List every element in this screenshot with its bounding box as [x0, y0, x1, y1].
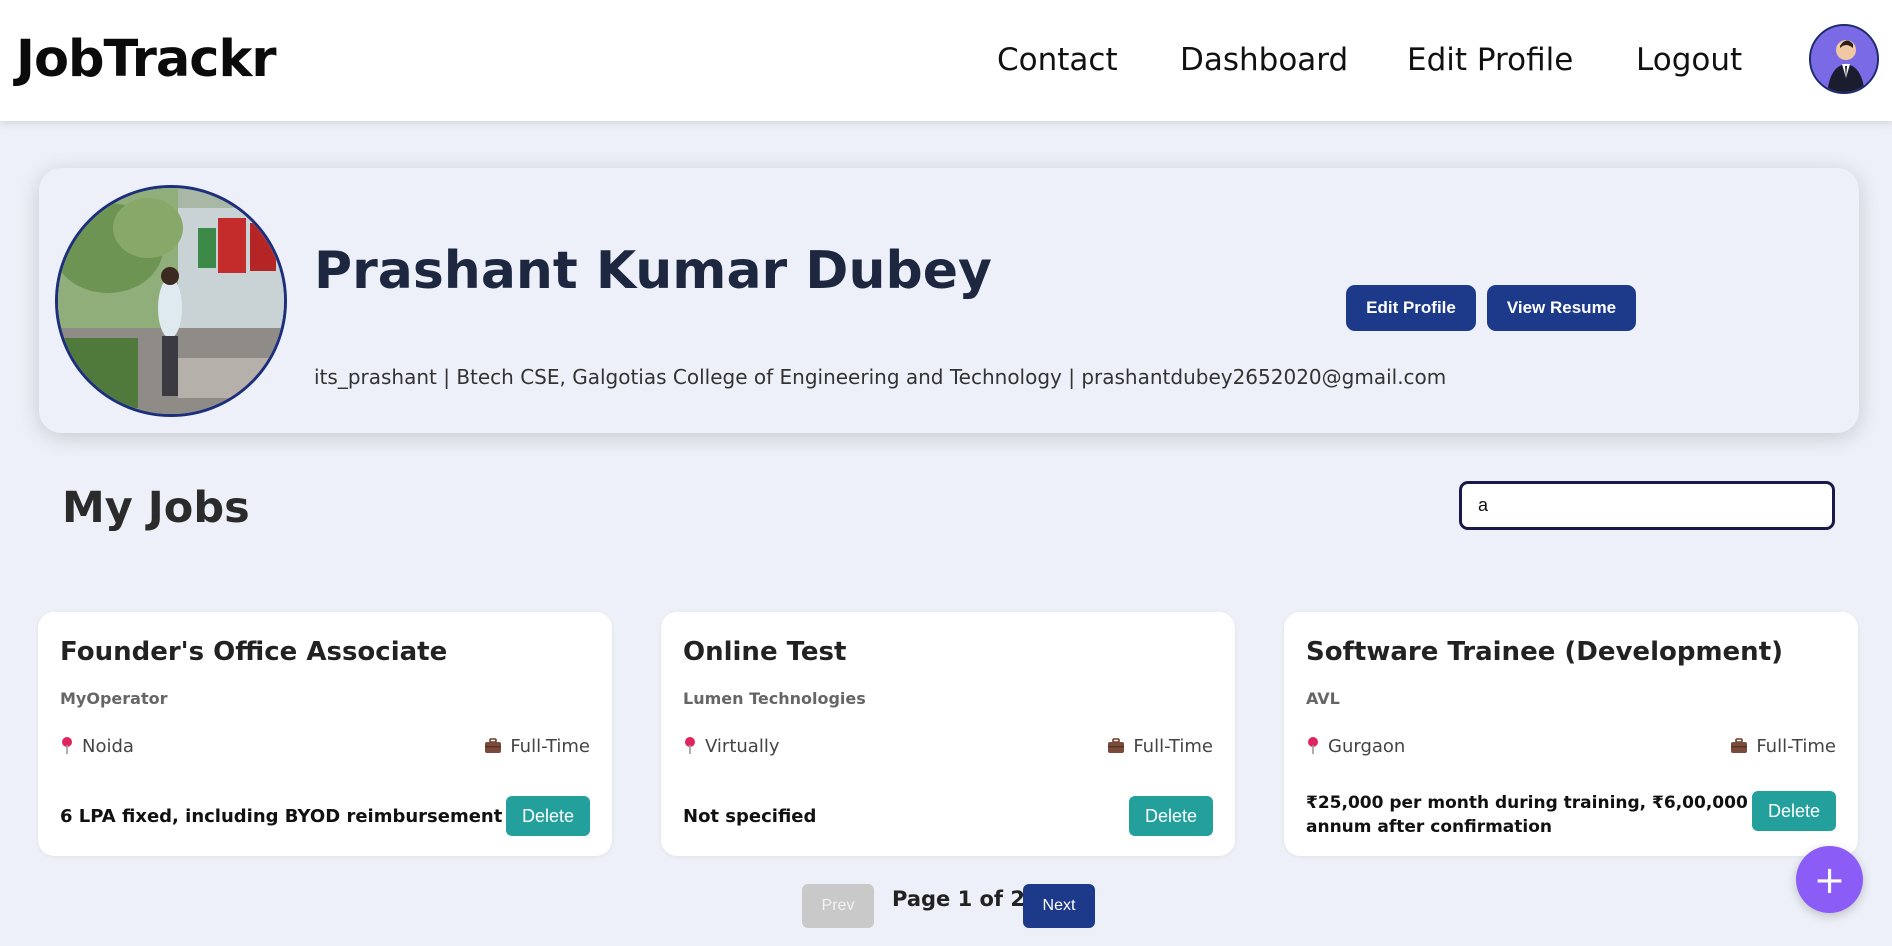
- job-salary: 6 LPA fixed, including BYOD reimbursemen…: [60, 806, 503, 827]
- profile-meta: its_prashant | Btech CSE, Galgotias Coll…: [314, 365, 1447, 389]
- avatar-person-icon: [1811, 26, 1877, 92]
- map-pin-icon: [62, 737, 72, 754]
- job-salary: Not specified: [683, 806, 817, 827]
- job-type-text: Full-Time: [1133, 736, 1213, 757]
- edit-profile-button[interactable]: Edit Profile: [1346, 285, 1476, 331]
- profile-photo-image: [58, 188, 284, 414]
- job-title: Founder's Office Associate: [60, 637, 448, 667]
- view-resume-button[interactable]: View Resume: [1487, 285, 1636, 331]
- job-search-input[interactable]: [1459, 481, 1835, 530]
- map-pin-icon: [685, 737, 695, 754]
- job-type: Full-Time: [1107, 736, 1213, 757]
- page-indicator: Page 1 of 2: [892, 887, 1025, 911]
- nav-edit-profile[interactable]: Edit Profile: [1407, 42, 1573, 78]
- prev-page-button[interactable]: Prev: [802, 884, 874, 928]
- nav-dashboard[interactable]: Dashboard: [1180, 42, 1348, 78]
- nav-contact[interactable]: Contact: [997, 42, 1118, 78]
- job-salary-line: ₹25,000 per month during training, ₹6,00…: [1306, 793, 1786, 813]
- job-location-text: Virtually: [705, 736, 780, 757]
- job-type: Full-Time: [484, 736, 590, 757]
- job-location: Noida: [60, 736, 134, 757]
- map-pin-icon: [1308, 737, 1318, 754]
- add-job-button[interactable]: +: [1796, 846, 1863, 913]
- job-salary-line: annum after confirmation: [1306, 817, 1553, 837]
- job-card: Online Test Lumen Technologies Virtually…: [661, 612, 1235, 856]
- profile-card: Prashant Kumar Dubey its_prashant | Btec…: [39, 168, 1859, 433]
- user-avatar[interactable]: [1809, 24, 1879, 94]
- job-company: MyOperator: [60, 689, 168, 708]
- job-type-text: Full-Time: [1756, 736, 1836, 757]
- delete-job-button[interactable]: Delete: [1129, 796, 1213, 836]
- briefcase-icon: [1731, 738, 1748, 753]
- job-card: Software Trainee (Development) AVL Gurga…: [1284, 612, 1858, 856]
- delete-job-button[interactable]: Delete: [506, 796, 590, 836]
- job-type-text: Full-Time: [510, 736, 590, 757]
- job-salary: ₹25,000 per month during training, ₹6,00…: [1306, 791, 1786, 839]
- job-title: Online Test: [683, 637, 847, 667]
- job-location-text: Gurgaon: [1328, 736, 1406, 757]
- next-page-button[interactable]: Next: [1023, 884, 1095, 928]
- nav-logout[interactable]: Logout: [1636, 42, 1742, 78]
- job-company: Lumen Technologies: [683, 689, 866, 708]
- brand-logo[interactable]: JobTrackr: [16, 30, 277, 89]
- my-jobs-title: My Jobs: [62, 483, 250, 533]
- profile-photo: [55, 185, 287, 417]
- delete-job-button[interactable]: Delete: [1752, 791, 1836, 831]
- top-navbar: JobTrackr Contact Dashboard Edit Profile…: [0, 0, 1892, 121]
- job-card: Founder's Office Associate MyOperator No…: [38, 612, 612, 856]
- job-company: AVL: [1306, 689, 1340, 708]
- job-location-text: Noida: [82, 736, 134, 757]
- profile-name: Prashant Kumar Dubey: [314, 241, 992, 301]
- job-type: Full-Time: [1730, 736, 1836, 757]
- briefcase-icon: [485, 738, 502, 753]
- job-location: Gurgaon: [1306, 736, 1405, 757]
- job-location: Virtually: [683, 736, 779, 757]
- briefcase-icon: [1108, 738, 1125, 753]
- job-title: Software Trainee (Development): [1306, 637, 1784, 667]
